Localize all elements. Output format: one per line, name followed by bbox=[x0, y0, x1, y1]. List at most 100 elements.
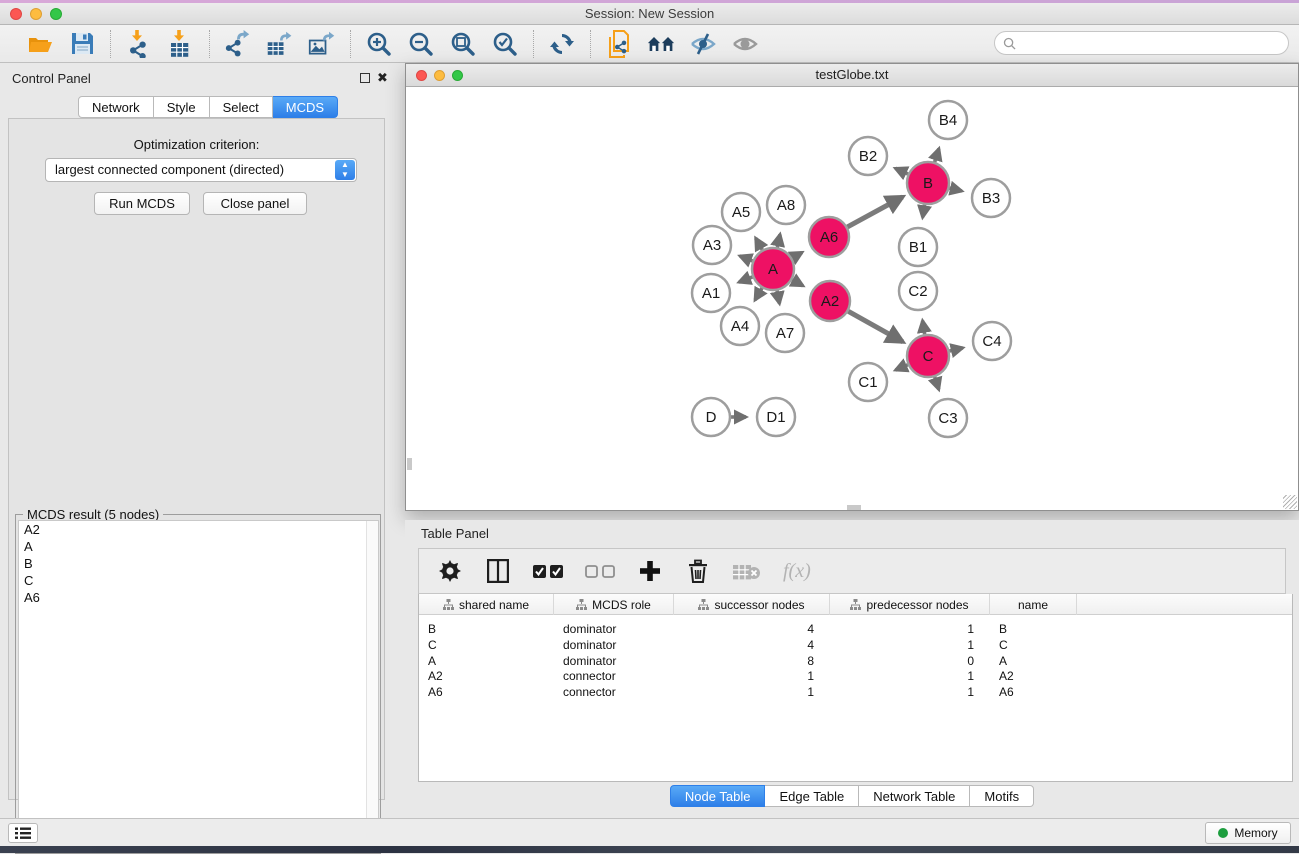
result-list-item[interactable]: C bbox=[19, 572, 378, 589]
split-columns-icon[interactable] bbox=[485, 559, 511, 583]
edge-A-A8[interactable] bbox=[777, 234, 780, 247]
table-cell[interactable]: A2 bbox=[999, 668, 1077, 684]
search-input[interactable] bbox=[1016, 36, 1266, 50]
delete-table-icon[interactable] bbox=[733, 562, 761, 580]
edge-A-A2[interactable] bbox=[792, 280, 803, 286]
checked-boxes-icon[interactable] bbox=[533, 564, 563, 579]
run-mcds-button[interactable]: Run MCDS bbox=[94, 192, 190, 215]
memory-button[interactable]: Memory bbox=[1205, 822, 1291, 844]
node-A6[interactable]: A6 bbox=[809, 217, 849, 257]
result-list-scrollbar[interactable] bbox=[366, 521, 378, 851]
node-B2[interactable]: B2 bbox=[849, 137, 887, 175]
column-header-MCDS-role[interactable]: MCDS role bbox=[554, 594, 674, 615]
table-cell[interactable]: 1 bbox=[830, 668, 974, 684]
node-C2[interactable]: C2 bbox=[899, 272, 937, 310]
unchecked-boxes-icon[interactable] bbox=[585, 564, 615, 579]
float-panel-icon[interactable] bbox=[360, 73, 370, 83]
edge-B-B3[interactable] bbox=[949, 188, 961, 191]
table-cell[interactable]: 0 bbox=[830, 653, 974, 669]
edge-A2-C[interactable] bbox=[848, 311, 902, 342]
edge-A-A6[interactable] bbox=[792, 252, 802, 258]
table-cell[interactable]: 1 bbox=[830, 637, 974, 653]
table-cell[interactable]: connector bbox=[563, 684, 674, 700]
zoom-window-button[interactable] bbox=[50, 8, 62, 20]
table-cell[interactable]: connector bbox=[563, 668, 674, 684]
node-A1[interactable]: A1 bbox=[692, 274, 730, 312]
edge-C-C4[interactable] bbox=[949, 348, 962, 351]
zoom-in-icon[interactable] bbox=[365, 30, 393, 58]
table-cell[interactable]: A bbox=[428, 653, 554, 669]
result-list-item[interactable]: A6 bbox=[19, 589, 378, 606]
table-cell[interactable]: B bbox=[428, 621, 554, 637]
function-fx-icon[interactable]: f(x) bbox=[783, 560, 811, 583]
node-B4[interactable]: B4 bbox=[929, 101, 967, 139]
table-cell[interactable]: dominator bbox=[563, 621, 674, 637]
column-header-name[interactable]: name bbox=[990, 594, 1077, 615]
close-panel-button[interactable]: Close panel bbox=[203, 192, 307, 215]
table-cell[interactable]: 4 bbox=[674, 621, 814, 637]
table-cell[interactable]: C bbox=[999, 637, 1077, 653]
column-header-predecessor-nodes[interactable]: predecessor nodes bbox=[830, 594, 990, 615]
network-zoom-button[interactable] bbox=[452, 70, 463, 81]
result-list-item[interactable]: A bbox=[19, 538, 378, 555]
node-table[interactable]: shared nameMCDS rolesuccessor nodesprede… bbox=[418, 594, 1293, 782]
refresh-layout-icon[interactable] bbox=[548, 30, 576, 58]
tab-network[interactable]: Network bbox=[78, 96, 154, 118]
table-cell[interactable]: 8 bbox=[674, 653, 814, 669]
column-header-shared-name[interactable]: shared name bbox=[419, 594, 554, 615]
edge-A-A7[interactable] bbox=[777, 291, 779, 304]
edge-B-B2[interactable] bbox=[895, 168, 908, 174]
task-history-button[interactable] bbox=[8, 823, 38, 843]
node-D[interactable]: D bbox=[692, 398, 730, 436]
edge-A-A3[interactable] bbox=[740, 256, 753, 261]
result-list-item[interactable]: B bbox=[19, 555, 378, 572]
zoom-out-icon[interactable] bbox=[407, 30, 435, 58]
node-A7[interactable]: A7 bbox=[766, 314, 804, 352]
zoom-selected-icon[interactable] bbox=[491, 30, 519, 58]
edge-C-C2[interactable] bbox=[923, 321, 925, 335]
edge-C-C3[interactable] bbox=[935, 377, 939, 390]
network-horizontal-scrollbar-thumb[interactable] bbox=[847, 505, 861, 510]
node-A8[interactable]: A8 bbox=[767, 186, 805, 224]
tab-select[interactable]: Select bbox=[210, 96, 273, 118]
table-cell[interactable]: dominator bbox=[563, 653, 674, 669]
node-C[interactable]: C bbox=[907, 335, 949, 377]
table-cell[interactable]: dominator bbox=[563, 637, 674, 653]
tab-network-table[interactable]: Network Table bbox=[859, 785, 970, 807]
result-list-item[interactable]: A2 bbox=[19, 521, 378, 538]
search-box[interactable] bbox=[994, 31, 1289, 55]
optimization-criterion-dropdown[interactable]: largest connected component (directed) ▲… bbox=[45, 158, 357, 182]
edge-A6-B[interactable] bbox=[847, 197, 902, 227]
table-cell[interactable]: 1 bbox=[674, 668, 814, 684]
node-C1[interactable]: C1 bbox=[849, 363, 887, 401]
tab-node-table[interactable]: Node Table bbox=[670, 785, 766, 807]
table-cell[interactable]: A bbox=[999, 653, 1077, 669]
show-panel-eye-icon[interactable] bbox=[731, 30, 759, 58]
open-folder-icon[interactable] bbox=[26, 30, 54, 58]
zoom-fit-icon[interactable] bbox=[449, 30, 477, 58]
table-cell[interactable]: A2 bbox=[428, 668, 554, 684]
import-table-icon[interactable] bbox=[167, 30, 195, 58]
table-cell[interactable]: 4 bbox=[674, 637, 814, 653]
edge-A-A5[interactable] bbox=[756, 238, 763, 250]
close-window-button[interactable] bbox=[10, 8, 22, 20]
network-vertical-scrollbar-thumb[interactable] bbox=[407, 458, 412, 470]
table-cell[interactable]: 1 bbox=[830, 684, 974, 700]
node-C3[interactable]: C3 bbox=[929, 399, 967, 437]
network-close-button[interactable] bbox=[416, 70, 427, 81]
edge-A-A4[interactable] bbox=[755, 288, 762, 300]
table-cell[interactable]: C bbox=[428, 637, 554, 653]
table-cell[interactable]: A6 bbox=[999, 684, 1077, 700]
node-A4[interactable]: A4 bbox=[721, 307, 759, 345]
node-B[interactable]: B bbox=[907, 162, 949, 204]
edge-C-C1[interactable] bbox=[896, 365, 908, 370]
edge-B-B1[interactable] bbox=[923, 205, 925, 218]
node-A2[interactable]: A2 bbox=[810, 281, 850, 321]
home-icon[interactable] bbox=[647, 30, 675, 58]
hide-panel-eye-icon[interactable] bbox=[689, 30, 717, 58]
node-C4[interactable]: C4 bbox=[973, 322, 1011, 360]
delete-column-icon[interactable] bbox=[685, 559, 711, 583]
export-image-icon[interactable] bbox=[308, 30, 336, 58]
add-column-icon[interactable] bbox=[637, 560, 663, 582]
column-header-successor-nodes[interactable]: successor nodes bbox=[674, 594, 830, 615]
